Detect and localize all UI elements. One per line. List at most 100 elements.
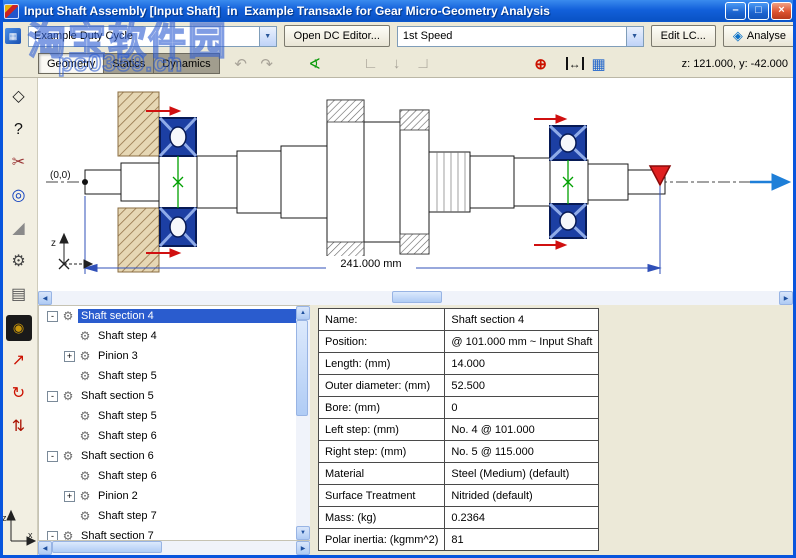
tree-item[interactable]: ⚙ Shaft step 5	[39, 366, 296, 386]
shaft-axis-arrow	[750, 173, 792, 191]
property-value[interactable]: Nitrided (default)	[444, 484, 600, 507]
scroll-right-button[interactable]	[296, 541, 310, 555]
scrollbar-thumb[interactable]	[392, 291, 442, 303]
expand-icon[interactable]: +	[64, 350, 75, 362]
scroll-up-button[interactable]	[296, 306, 310, 320]
tab-statics[interactable]: Statics	[104, 53, 155, 74]
drawing-horizontal-scrollbar[interactable]	[38, 291, 793, 305]
analyse-icon	[733, 28, 743, 44]
analyse-button[interactable]: Analyse	[722, 25, 796, 47]
scrollbar-thumb[interactable]	[296, 320, 308, 416]
corner-left-icon[interactable]: ∟	[360, 53, 382, 75]
scroll-left-button[interactable]	[38, 541, 52, 555]
help-tool-icon[interactable]: ?	[6, 117, 32, 143]
scroll-down-button[interactable]	[296, 526, 310, 540]
tree-item-label: Shaft section 6	[81, 450, 154, 462]
property-value[interactable]: No. 4 @ 101.000	[444, 418, 600, 441]
sphere-tool-icon[interactable]: ◎	[6, 183, 32, 209]
tree-item[interactable]: - ⚙ Shaft section 7	[39, 526, 296, 540]
duty-cycle-combobox[interactable]: Example Duty Cycle	[28, 25, 277, 47]
tree-horizontal-scrollbar[interactable]	[38, 541, 310, 555]
property-label: Material	[317, 462, 446, 485]
collapse-icon[interactable]: -	[47, 530, 58, 540]
scissors-tool-icon[interactable]: ✂	[6, 150, 32, 176]
collapse-icon[interactable]: -	[47, 390, 58, 402]
load-case-combobox[interactable]: 1st Speed	[396, 25, 644, 47]
pinion-icon: ⚙	[79, 349, 91, 363]
preview-icon[interactable]: ▦	[588, 53, 610, 75]
maximize-button[interactable]: □	[748, 2, 769, 20]
origin-point	[82, 179, 88, 185]
tree-item[interactable]: - ⚙ Shaft section 6	[39, 446, 296, 466]
chamfer-tool-icon[interactable]: ◢	[6, 216, 32, 242]
redo-icon[interactable]: ↷	[256, 53, 278, 75]
measure-icon[interactable]: ∢	[304, 53, 326, 75]
torque-tool-icon[interactable]: ⇅	[6, 414, 32, 440]
scroll-right-button[interactable]	[779, 291, 793, 305]
origin-label: (0,0)	[50, 170, 71, 181]
corner-right-icon[interactable]: ∟	[412, 53, 434, 75]
property-label: Name:	[317, 308, 446, 331]
collapse-icon[interactable]: -	[47, 450, 58, 462]
tree-item[interactable]: ⚙ Shaft step 5	[39, 406, 296, 426]
property-value[interactable]: @ 101.000 mm ~ Input Shaft	[444, 330, 600, 353]
knife-tool-icon[interactable]: ◇	[6, 84, 32, 110]
property-value[interactable]: 81	[444, 528, 600, 551]
tree-item[interactable]: ⚙ Shaft step 7	[39, 506, 296, 526]
scrollbar-track[interactable]	[296, 320, 310, 526]
tree-vertical-scrollbar[interactable]	[296, 306, 310, 540]
property-row: Length: (mm) 14.000	[317, 352, 600, 375]
shaft-drawing[interactable]: (0,0) 241.000 mm z	[38, 78, 793, 291]
property-row: Left step: (mm) No. 4 @ 101.000	[317, 418, 600, 441]
property-value[interactable]: No. 5 @ 115.000	[444, 440, 600, 463]
axis-z-label: z	[2, 513, 7, 523]
shaft-tool-icon[interactable]: ▤	[6, 282, 32, 308]
bearing-tool-icon[interactable]: ◉	[5, 315, 32, 341]
scroll-left-button[interactable]	[38, 291, 52, 305]
expand-icon[interactable]: +	[64, 490, 75, 502]
shaft-node-icon: ⚙	[79, 409, 91, 423]
titlebar[interactable]: Input Shaft Assembly [Input Shaft] in Ex…	[0, 0, 796, 22]
scrollbar-thumb[interactable]	[52, 541, 162, 553]
scrollbar-track[interactable]	[52, 541, 296, 555]
tree-item[interactable]: + ⚙ Pinion 3	[39, 346, 296, 366]
fit-width-icon[interactable]: ↔	[565, 57, 584, 71]
rotate-tool-icon[interactable]: ↻	[6, 381, 32, 407]
load-arrow-tool-icon[interactable]: ↗	[6, 348, 32, 374]
app-icon	[4, 3, 19, 19]
tree-item-label: Shaft step 4	[98, 330, 157, 342]
window-title: Input Shaft Assembly [Input Shaft] in Ex…	[24, 4, 550, 18]
open-dc-editor-button[interactable]: Open DC Editor...	[283, 25, 390, 47]
tree-item[interactable]: ⚙ Shaft step 4	[39, 326, 296, 346]
property-label: Bore: (mm)	[317, 396, 446, 419]
target-icon[interactable]: ⊕	[530, 53, 552, 75]
tab-dynamics[interactable]: Dynamics	[154, 53, 220, 74]
property-value[interactable]: 0.2364	[444, 506, 600, 529]
gear-tool-icon[interactable]: ⚙	[6, 249, 32, 275]
property-value[interactable]: 0	[444, 396, 600, 419]
dropdown-arrow-icon[interactable]	[258, 26, 276, 46]
property-row: Mass: (kg) 0.2364	[317, 506, 600, 529]
tree-item[interactable]: - ⚙ Shaft section 5	[39, 386, 296, 406]
tree-item[interactable]: ⚙ Shaft step 6	[39, 426, 296, 446]
tree-item[interactable]: + ⚙ Pinion 2	[39, 486, 296, 506]
dropdown-arrow-icon[interactable]	[625, 26, 643, 46]
minimize-button[interactable]: –	[725, 2, 746, 20]
analyse-label: Analyse	[746, 30, 786, 42]
tree-item[interactable]: - ⚙ Shaft section 4	[39, 306, 296, 326]
undo-icon[interactable]: ↶	[230, 53, 252, 75]
property-value[interactable]: Steel (Medium) (default)	[444, 462, 600, 485]
close-button[interactable]: ×	[771, 2, 792, 20]
property-value[interactable]: Shaft section 4	[444, 308, 600, 331]
scrollbar-track[interactable]	[52, 291, 779, 305]
drawing-area[interactable]: (0,0) 241.000 mm z	[38, 78, 793, 291]
tab-geometry[interactable]: Geometry	[38, 53, 105, 74]
shaft-node-icon: ⚙	[79, 509, 91, 523]
property-value[interactable]: 14.000	[444, 352, 600, 375]
snap-point-icon[interactable]: ↓	[386, 53, 408, 75]
load-case-value: 1st Speed	[402, 30, 453, 42]
collapse-icon[interactable]: -	[47, 310, 58, 322]
tree-item[interactable]: ⚙ Shaft step 6	[39, 466, 296, 486]
property-value[interactable]: 52.500	[444, 374, 600, 397]
edit-lc-button[interactable]: Edit LC...	[650, 25, 716, 47]
